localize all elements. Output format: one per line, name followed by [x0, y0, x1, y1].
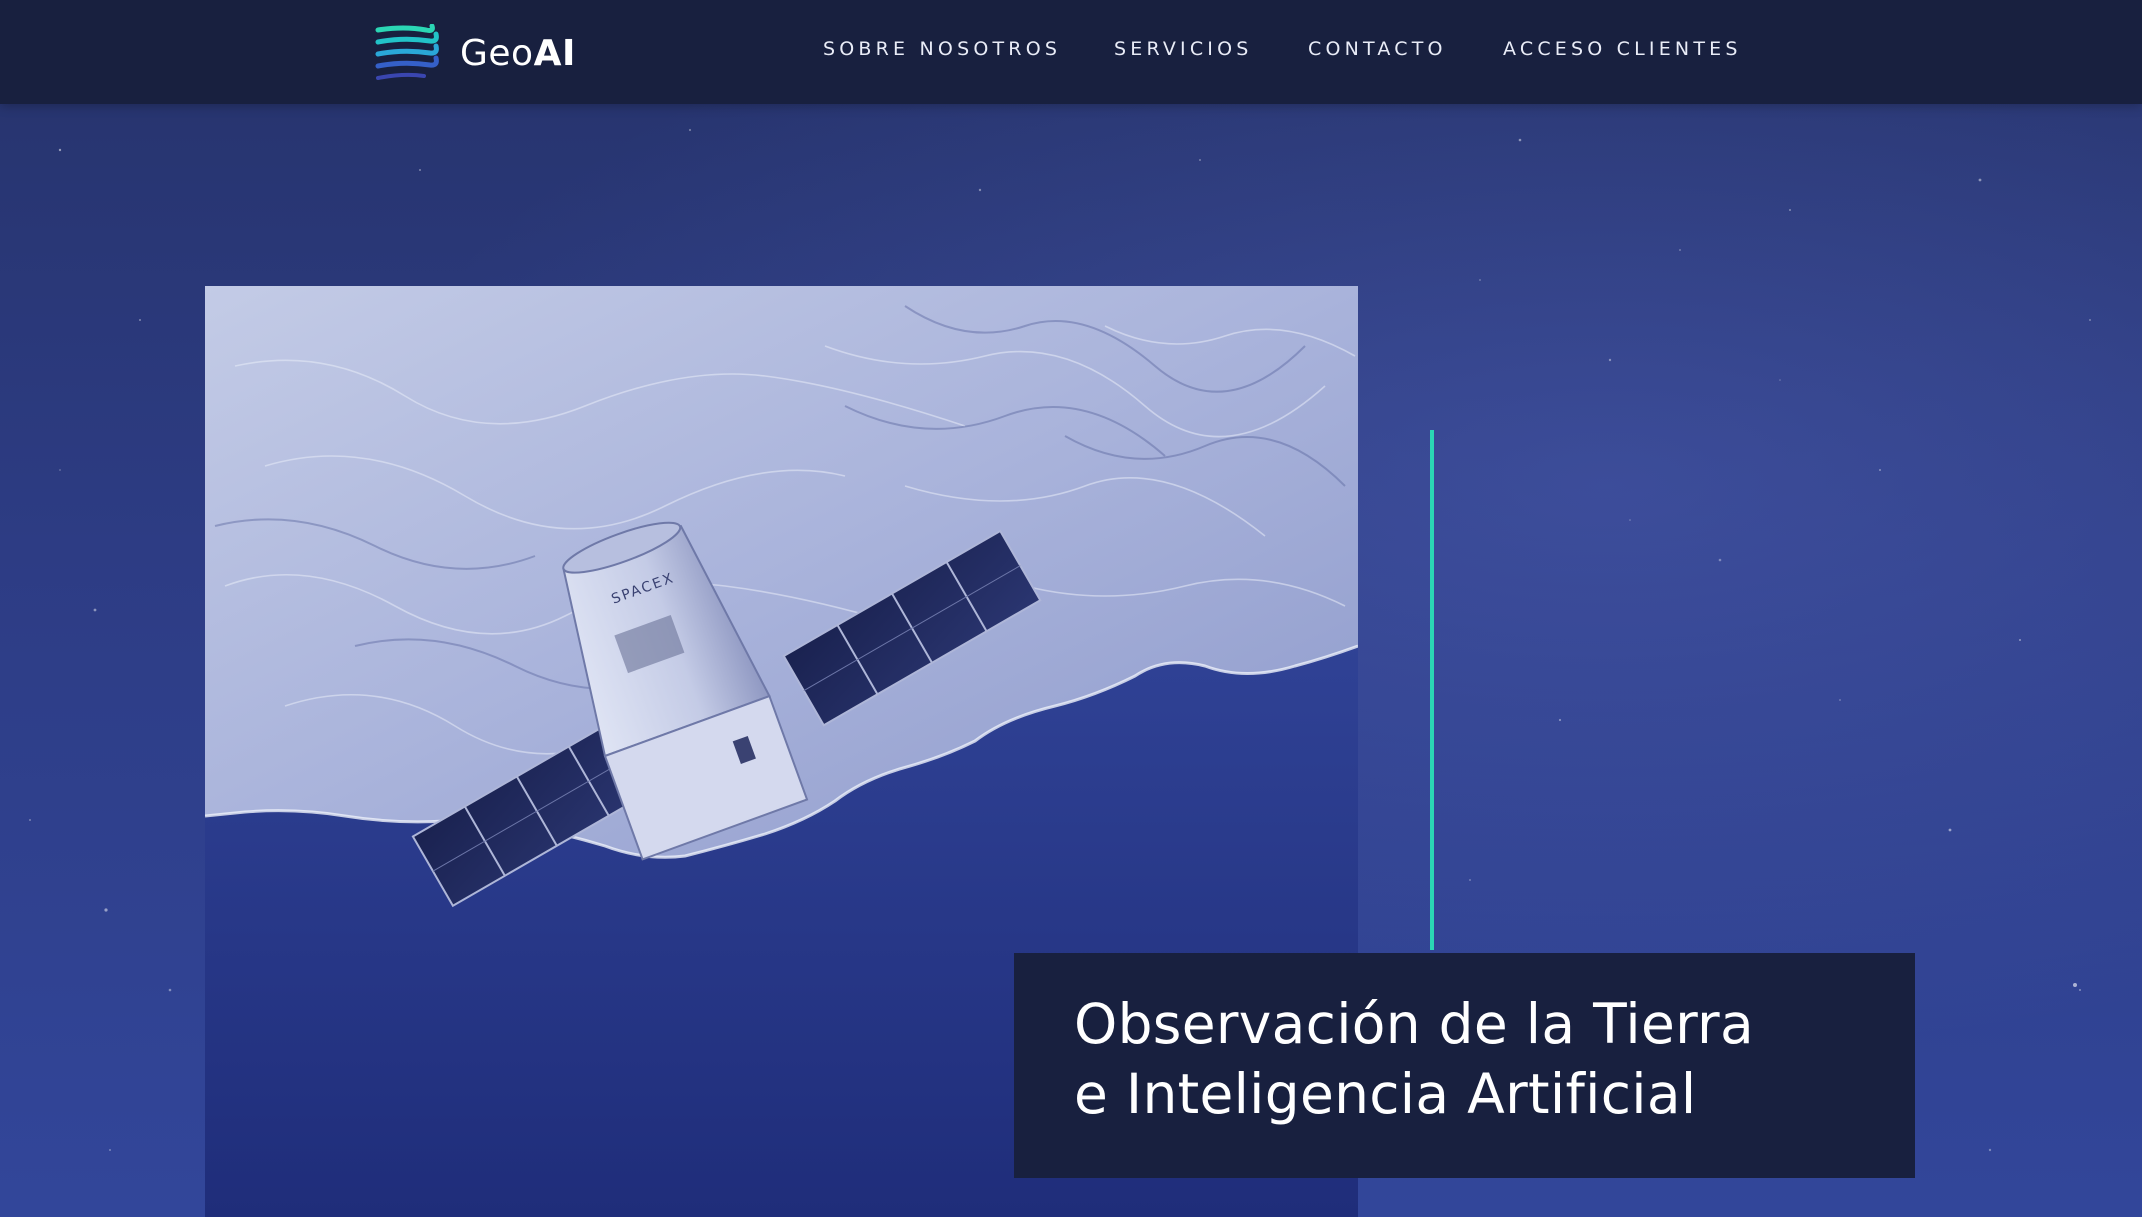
hero-title-line-1: Observación de la Tierra [1074, 992, 1754, 1056]
main-nav: SOBRE NOSOTROS SERVICIOS CONTACTO ACCESO… [0, 0, 2142, 104]
top-header: GeoAI SOBRE NOSOTROS SERVICIOS CONTACTO … [0, 0, 2142, 104]
nav-item-sobre-nosotros[interactable]: SOBRE NOSOTROS [823, 38, 1061, 60]
accent-line [1430, 430, 1434, 950]
hero-title: Observación de la Tierra e Inteligencia … [1074, 989, 1855, 1129]
hero-title-card: Observación de la Tierra e Inteligencia … [1014, 953, 1915, 1178]
hero-title-line-2: e Inteligencia Artificial [1074, 1062, 1697, 1126]
nav-item-contacto[interactable]: CONTACTO [1308, 38, 1447, 60]
nav-item-acceso-clientes[interactable]: ACCESO CLIENTES [1503, 38, 1742, 60]
nav-item-servicios[interactable]: SERVICIOS [1114, 38, 1253, 60]
